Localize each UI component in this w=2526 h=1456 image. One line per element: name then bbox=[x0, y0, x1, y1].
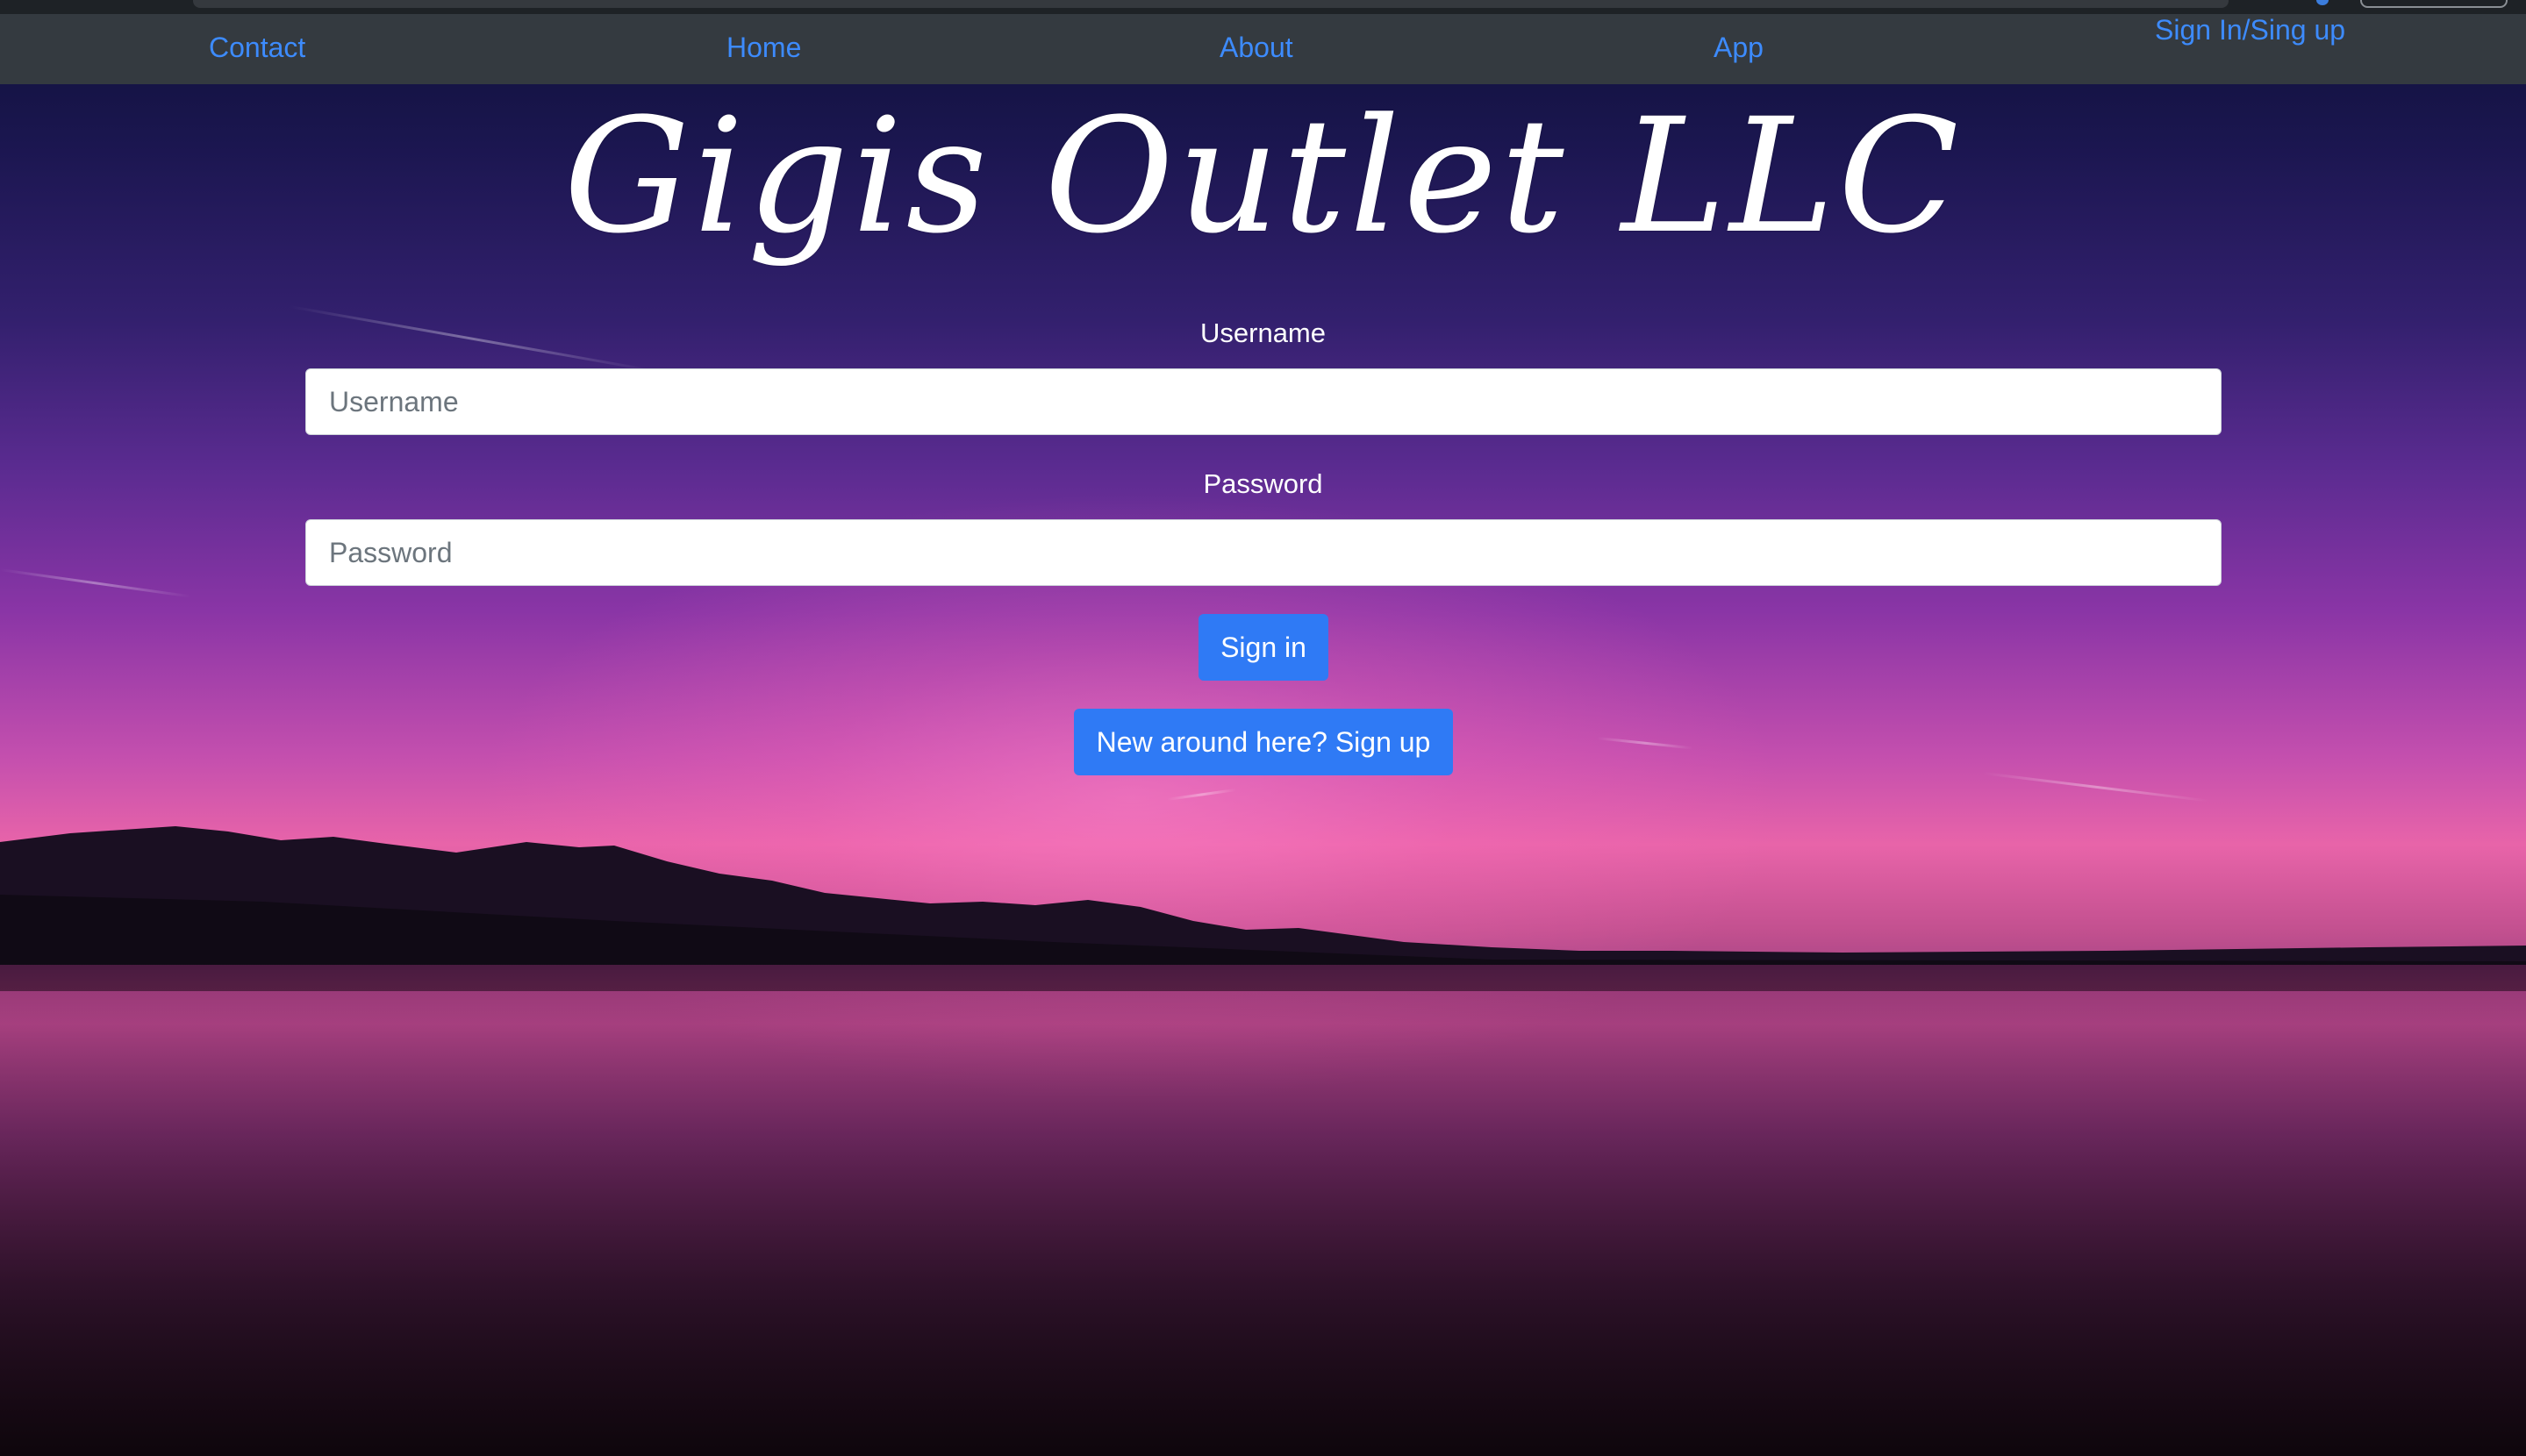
top-navbar: Contact Home About App Sign In/Sing up bbox=[0, 14, 2526, 84]
address-bar[interactable] bbox=[193, 0, 2229, 8]
nav-link-signin-signup[interactable]: Sign In/Sing up bbox=[2155, 14, 2345, 46]
sky-streak bbox=[0, 568, 192, 598]
mountain-silhouette bbox=[0, 826, 2526, 991]
browser-top-strip bbox=[0, 0, 2526, 14]
browser-button[interactable] bbox=[2360, 0, 2508, 8]
nav-link-app[interactable]: App bbox=[1714, 32, 1764, 64]
sign-in-button[interactable]: Sign in bbox=[1199, 614, 1328, 681]
login-page: Contact Home About App Sign In/Sing up G… bbox=[0, 0, 2526, 1456]
nav-link-contact[interactable]: Contact bbox=[209, 32, 305, 64]
sign-up-button[interactable]: New around here? Sign up bbox=[1074, 709, 1453, 775]
password-label: Password bbox=[1203, 468, 1323, 499]
username-label: Username bbox=[1200, 318, 1326, 348]
lake-water bbox=[0, 965, 2526, 1456]
username-input[interactable] bbox=[305, 368, 2222, 435]
sky-streak bbox=[1596, 737, 1693, 750]
nav-link-home[interactable]: Home bbox=[726, 32, 801, 64]
brand-title: Gigis Outlet LLC bbox=[563, 85, 1963, 268]
password-input[interactable] bbox=[305, 519, 2222, 586]
profile-icon[interactable] bbox=[2316, 0, 2329, 5]
nav-link-about[interactable]: About bbox=[1220, 32, 1293, 64]
